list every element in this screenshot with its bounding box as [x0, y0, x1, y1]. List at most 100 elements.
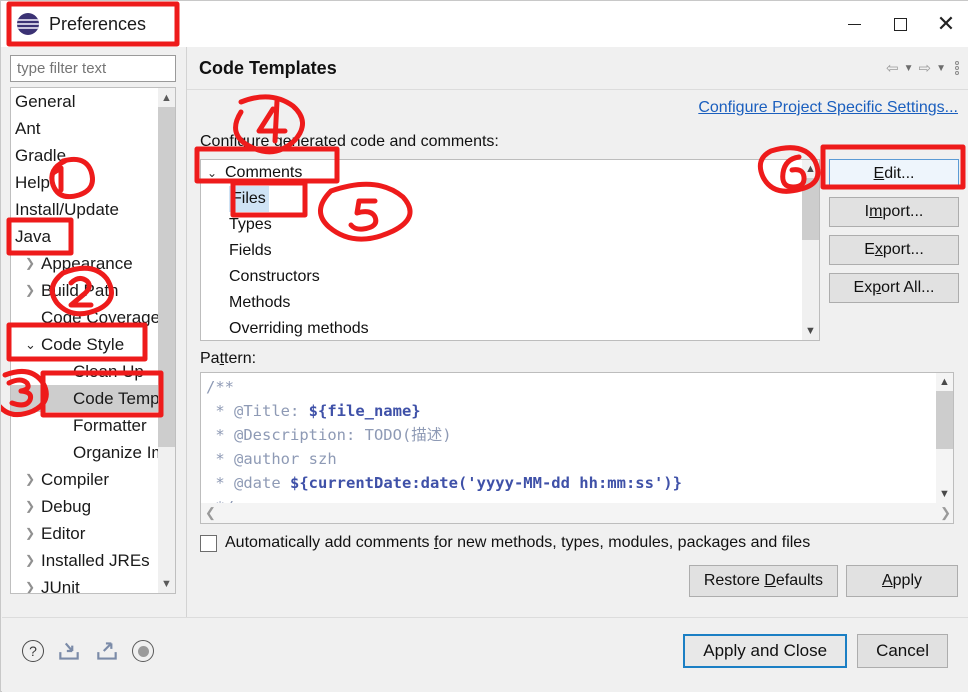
forward-dropdown-caret-down-icon[interactable]: ▼ [936, 63, 946, 74]
template-group-comments[interactable]: ⌄ Comments [201, 160, 819, 186]
sidebar-item-compiler[interactable]: ❯ Compiler [11, 466, 159, 493]
sidebar-item-organize-imports[interactable]: Organize Imports [11, 439, 159, 466]
export-arrow-icon[interactable] [94, 638, 120, 664]
template-item-overriding-methods[interactable]: Overriding methods [201, 316, 819, 340]
export-all-button[interactable]: Export All... [829, 273, 959, 303]
btn-mnemonic: x [874, 241, 883, 258]
chevron-up-icon[interactable]: ▲ [936, 373, 953, 391]
sidebar-item-label: Debug [41, 497, 92, 516]
sidebar-item-label: Install/Update [15, 200, 119, 219]
btn-suffix: ort All... [881, 279, 935, 296]
scrollbar-thumb[interactable] [936, 391, 953, 449]
template-item-types[interactable]: Types [201, 212, 819, 238]
scrollbar-thumb[interactable] [158, 107, 175, 447]
edit-button[interactable]: Edit... [829, 159, 959, 189]
footer-icon-group: ? [22, 638, 154, 664]
arrow-left-icon[interactable]: ⇦ [886, 61, 899, 76]
chevron-right-icon[interactable]: ❯ [25, 547, 41, 574]
code-templates-tree[interactable]: ⌄ Comments Files Types Fields Constructors Met… [200, 159, 820, 341]
chevron-right-icon[interactable]: ❯ [25, 250, 41, 277]
sidebar-item-install-update[interactable]: Install/Update [11, 196, 159, 223]
import-arrow-icon[interactable] [56, 638, 82, 664]
auto-comment-checkbox[interactable] [200, 534, 217, 552]
chevron-right-icon[interactable]: ❯ [25, 466, 41, 493]
sidebar-item-ant[interactable]: Ant [11, 115, 159, 142]
sidebar-item-installed-jres[interactable]: ❯ Installed JREs [11, 547, 159, 574]
configure-project-specific-settings-link[interactable]: Configure Project Specific Settings... [698, 99, 958, 117]
restore-defaults-button[interactable]: Restore Defaults [688, 565, 838, 597]
pattern-label-suffix: tern: [224, 350, 257, 367]
apply-and-close-button[interactable]: Apply and Close [683, 634, 848, 668]
chevron-right-icon[interactable]: ❯ [940, 505, 951, 521]
sidebar-item-junit[interactable]: ❯ JUnit [11, 574, 159, 593]
maximize-button[interactable] [877, 1, 923, 47]
template-action-buttons: Edit... Import... Export... Export All... [829, 159, 959, 303]
pattern-variable: ${file_name} [308, 402, 421, 420]
scrollbar-thumb[interactable] [802, 178, 819, 240]
apply-suffix: pply [892, 572, 923, 589]
sidebar-item-label: Ant [15, 119, 41, 138]
apply-mnemonic: A [881, 572, 893, 589]
template-item-constructors[interactable]: Constructors [201, 264, 819, 290]
chevron-down-icon[interactable]: ▼ [158, 574, 175, 593]
template-item-files[interactable]: Files [201, 186, 819, 212]
question-mark-icon[interactable]: ? [22, 640, 44, 662]
pattern-code-line: * @Title: ${file_name} [206, 399, 682, 423]
sidebar-item-formatter[interactable]: Formatter [11, 412, 159, 439]
auto-comment-checkbox-row[interactable]: Automatically add comments for new metho… [200, 534, 810, 552]
chevron-down-icon[interactable]: ▼ [802, 322, 819, 340]
chevron-down-icon[interactable]: ▼ [936, 485, 953, 503]
template-item-methods[interactable]: Methods [201, 290, 819, 316]
sidebar-item-debug[interactable]: ❯ Debug [11, 493, 159, 520]
sidebar-item-label: Installed JREs [41, 551, 150, 570]
chevron-right-icon[interactable]: ❯ [25, 493, 41, 520]
minimize-button[interactable] [831, 1, 877, 47]
sidebar-item-general[interactable]: General [11, 88, 159, 115]
sidebar-item-build-path[interactable]: ❯ Build Path [11, 277, 159, 304]
chevron-right-icon[interactable]: ❯ [25, 574, 41, 593]
cfg-prefix: Conf [200, 133, 234, 150]
record-dot-icon[interactable] [132, 640, 154, 662]
pattern-code-line: * @Description: TODO(描述) [206, 423, 682, 447]
export-button[interactable]: Export... [829, 235, 959, 265]
window-controls: ✕ [831, 1, 968, 47]
preferences-tree[interactable]: General Ant Gradle Help Install/Update Java ❯ A… [10, 87, 176, 594]
sidebar-item-code-style[interactable]: ⌄ Code Style [11, 331, 159, 358]
sidebar-item-label: Compiler [41, 470, 110, 489]
chevron-down-icon[interactable]: ⌄ [25, 331, 41, 358]
template-item-fields[interactable]: Fields [201, 238, 819, 264]
close-button[interactable]: ✕ [923, 1, 968, 47]
sidebar-item-appearance[interactable]: ❯ Appearance [11, 250, 159, 277]
sidebar-item-editor[interactable]: ❯ Editor [11, 520, 159, 547]
pattern-horizontal-scrollbar[interactable]: ❮ ❯ [201, 503, 953, 523]
cancel-button[interactable]: Cancel [857, 634, 948, 668]
sidebar-item-help[interactable]: Help [11, 169, 159, 196]
auto-comment-prefix: Automatically add comments [225, 534, 434, 551]
arrow-right-icon[interactable]: ⇨ [919, 61, 932, 76]
apply-button[interactable]: Apply [846, 565, 958, 597]
pattern-comment-text: /** [206, 378, 234, 396]
sidebar-item-clean-up[interactable]: Clean Up [11, 358, 159, 385]
vertical-dots-icon[interactable] [955, 61, 959, 75]
sidebar-vertical-scrollbar[interactable]: ▲ ▼ [158, 88, 175, 593]
sidebar-item-label: Build Path [41, 281, 119, 300]
pattern-vertical-scrollbar[interactable]: ▲ ▼ [936, 373, 953, 503]
pattern-preview-box[interactable]: /** * @Title: ${file_name} * @Descriptio… [200, 372, 954, 524]
sidebar-item-label: Code Coverage [41, 308, 159, 327]
preferences-sidebar: General Ant GradleHelp Install/Update Java❯A… [2, 47, 184, 659]
template-item-label: Methods [229, 294, 291, 311]
sidebar-item-gradle[interactable]: Gradle [11, 142, 159, 169]
filter-input[interactable] [10, 55, 176, 82]
chevron-up-icon[interactable]: ▲ [802, 160, 819, 178]
sidebar-item-code-templates[interactable]: Code Templates [11, 385, 159, 412]
chevron-down-icon[interactable]: ⌄ [207, 160, 225, 186]
chevron-right-icon[interactable]: ❯ [25, 277, 41, 304]
chevron-left-icon[interactable]: ❮ [205, 505, 216, 521]
templates-vertical-scrollbar[interactable]: ▲ ▼ [802, 160, 819, 340]
sidebar-item-code-coverage[interactable]: Code Coverage [11, 304, 159, 331]
back-dropdown-caret-down-icon[interactable]: ▼ [904, 63, 914, 74]
chevron-right-icon[interactable]: ❯ [25, 520, 41, 547]
sidebar-item-java[interactable]: Java [11, 223, 159, 250]
chevron-up-icon[interactable]: ▲ [158, 88, 175, 107]
import-button[interactable]: Import... [829, 197, 959, 227]
